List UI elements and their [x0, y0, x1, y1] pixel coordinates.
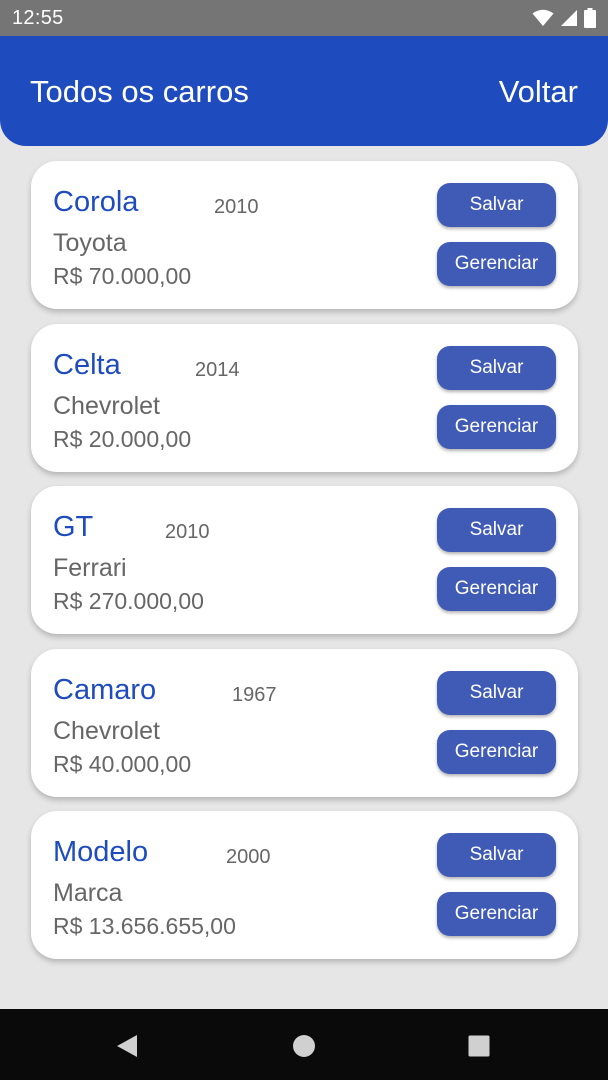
car-card: Corola 2010 Toyota R$ 70.000,00 Salvar G…	[31, 161, 578, 309]
status-time: 12:55	[12, 7, 64, 29]
battery-icon	[584, 8, 596, 28]
save-button[interactable]: Salvar	[437, 508, 556, 552]
recents-square-icon	[468, 1035, 490, 1057]
car-year: 2000	[226, 846, 271, 868]
manage-button[interactable]: Gerenciar	[437, 404, 556, 449]
car-price: R$ 13.656.655,00	[53, 913, 236, 939]
cellular-signal-icon	[561, 10, 577, 26]
car-brand: Chevrolet	[53, 391, 160, 420]
car-price: R$ 70.000,00	[53, 263, 192, 289]
status-bar: 12:55	[0, 0, 608, 36]
back-triangle-icon	[117, 1035, 137, 1057]
manage-button[interactable]: Gerenciar	[437, 567, 556, 611]
car-brand: Marca	[53, 879, 123, 907]
back-button[interactable]: Voltar	[499, 74, 578, 110]
car-model: Camaro	[53, 673, 157, 706]
save-button[interactable]: Salvar	[437, 833, 556, 877]
wifi-icon	[532, 9, 554, 26]
car-price: R$ 20.000,00	[53, 425, 192, 452]
car-model: Modelo	[53, 836, 149, 868]
car-model: GT	[53, 511, 94, 543]
car-year: 2010	[214, 196, 259, 218]
car-year: 2014	[195, 358, 240, 381]
car-brand: Ferrari	[53, 554, 127, 582]
car-price: R$ 270.000,00	[53, 588, 204, 614]
nav-recents-button[interactable]	[464, 1031, 494, 1061]
car-card: Modelo 2000 Marca R$ 13.656.655,00 Salva…	[31, 811, 578, 959]
system-nav-bar	[0, 1009, 608, 1080]
save-button[interactable]: Salvar	[437, 670, 556, 715]
page-title: Todos os carros	[30, 74, 249, 109]
app-bar: Todos os carros Voltar	[0, 36, 608, 146]
nav-home-button[interactable]	[289, 1031, 319, 1061]
manage-button[interactable]: Gerenciar	[437, 892, 556, 936]
car-brand: Chevrolet	[53, 716, 160, 745]
car-card: Camaro 1967 Chevrolet R$ 40.000,00 Salva…	[31, 648, 578, 797]
manage-button[interactable]: Gerenciar	[437, 729, 556, 774]
nav-back-button[interactable]	[112, 1031, 142, 1061]
manage-button[interactable]: Gerenciar	[437, 242, 556, 286]
car-year: 2010	[165, 521, 210, 543]
car-model: Celta	[53, 348, 121, 381]
car-list: Corola 2010 Toyota R$ 70.000,00 Salvar G…	[31, 161, 578, 974]
car-card: GT 2010 Ferrari R$ 270.000,00 Salvar Ger…	[31, 486, 578, 634]
home-circle-icon	[293, 1035, 315, 1057]
car-card: Celta 2014 Chevrolet R$ 20.000,00 Salvar…	[31, 323, 578, 472]
car-year: 1967	[232, 683, 277, 706]
car-model: Corola	[53, 186, 139, 218]
save-button[interactable]: Salvar	[437, 183, 556, 227]
car-brand: Toyota	[53, 229, 127, 257]
status-icons	[532, 8, 596, 28]
save-button[interactable]: Salvar	[437, 345, 556, 390]
car-price: R$ 40.000,00	[53, 750, 192, 777]
